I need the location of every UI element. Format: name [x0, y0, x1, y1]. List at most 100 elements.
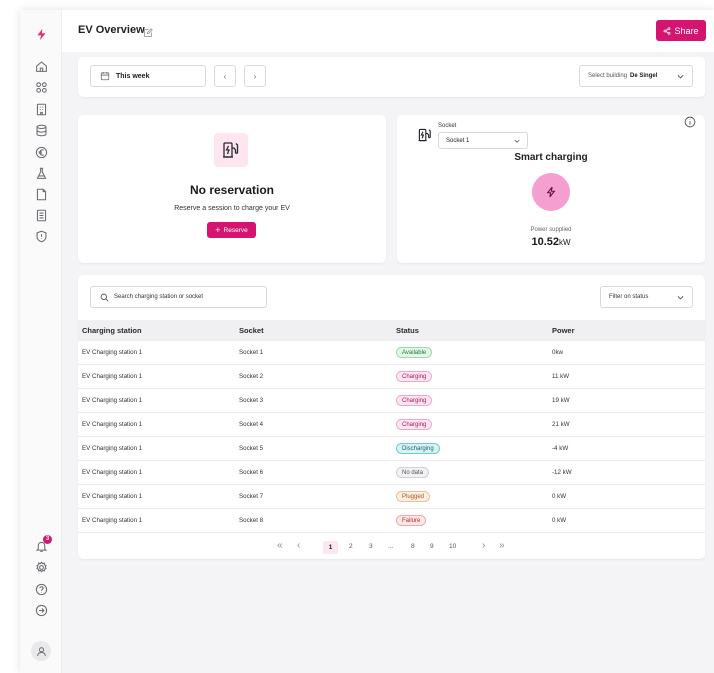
page-title: EV Overview: [78, 24, 145, 36]
pagination: « ‹ 1 2 3 ... 8 9 10 › »: [78, 540, 705, 555]
page-1-button[interactable]: 1: [323, 541, 338, 554]
bell-icon[interactable]: 3: [33, 535, 52, 554]
cell-station: EV Charging station 1: [82, 469, 143, 476]
chevron-left-icon: ‹: [223, 71, 227, 81]
page-2-button[interactable]: 2: [349, 543, 353, 550]
first-page-icon[interactable]: «: [277, 540, 283, 551]
power-supplied-label: Power supplied: [530, 227, 572, 233]
app-window: 3 EV Overview Share This week ‹ › Select…: [20, 10, 714, 673]
chevron-down-icon: [677, 75, 684, 79]
flask-icon[interactable]: [33, 165, 49, 181]
date-range-picker[interactable]: This week: [90, 65, 206, 87]
cell-station: EV Charging station 1: [82, 493, 143, 500]
cell-power: 0 kW: [552, 517, 567, 524]
column-header-station[interactable]: Charging station: [82, 326, 142, 335]
grid-icon[interactable]: [33, 79, 49, 95]
cell-station: EV Charging station 1: [82, 397, 143, 404]
cell-power: 0kw: [552, 349, 564, 356]
page-10-button[interactable]: 10: [449, 543, 456, 550]
charging-mode-title: Smart charging: [514, 152, 588, 163]
status-filter-label: Filter on status: [609, 294, 649, 300]
filter-bar: This week ‹ › Select building De Singel: [78, 57, 705, 97]
page-ellipsis: ...: [388, 543, 394, 550]
status-badge: Available: [396, 347, 433, 358]
table-row[interactable]: EV Charging station 1 Socket 2 Charging 11 …: [78, 365, 705, 389]
reserve-button[interactable]: + Reserve: [207, 222, 256, 238]
cell-station: EV Charging station 1: [82, 373, 143, 380]
logout-icon[interactable]: [33, 602, 49, 618]
prev-period-button[interactable]: ‹: [214, 65, 236, 87]
column-header-socket[interactable]: Socket: [239, 326, 264, 335]
table-row[interactable]: EV Charging station 1 Socket 8 Failure 0 kW: [78, 509, 705, 533]
cell-power: 19 kW: [552, 397, 570, 404]
home-icon[interactable]: [33, 58, 49, 74]
column-header-power[interactable]: Power: [552, 326, 575, 335]
shield-icon[interactable]: [33, 228, 49, 244]
page-header: EV Overview Share: [62, 10, 714, 52]
search-input[interactable]: Search charging station or socket: [90, 286, 267, 308]
socket-select-value: Socket 1: [446, 137, 470, 144]
building-icon[interactable]: [33, 101, 49, 117]
cell-station: EV Charging station 1: [82, 445, 143, 452]
help-icon[interactable]: [33, 581, 49, 597]
table-row[interactable]: EV Charging station 1 Socket 3 Charging 19 …: [78, 389, 705, 413]
edit-icon[interactable]: [143, 25, 153, 37]
status-filter-select[interactable]: Filter on status: [600, 286, 693, 308]
cell-station: EV Charging station 1: [82, 517, 143, 524]
cell-socket: Socket 1: [239, 349, 264, 356]
cell-power: -12 kW: [552, 469, 572, 476]
euro-icon[interactable]: [33, 144, 49, 160]
socket-select[interactable]: Socket 1: [438, 132, 528, 149]
next-page-icon[interactable]: ›: [482, 540, 485, 551]
notification-badge: 3: [43, 535, 52, 544]
cell-socket: Socket 2: [239, 373, 264, 380]
chevron-down-icon: [514, 139, 520, 143]
status-badge: Failure: [396, 515, 427, 526]
building-select-label: Select building: [588, 73, 628, 79]
cell-socket: Socket 4: [239, 421, 264, 428]
page-3-button[interactable]: 3: [369, 543, 373, 550]
share-button[interactable]: Share: [656, 20, 706, 41]
charging-stations-table-card: Search charging station or socket Filter…: [78, 275, 705, 559]
reservation-subtitle: Reserve a session to charge your EV: [174, 205, 290, 212]
table-row[interactable]: EV Charging station 1 Socket 6 No data -12 …: [78, 461, 705, 485]
column-header-status[interactable]: Status: [396, 326, 419, 335]
report-icon[interactable]: [33, 207, 49, 223]
cell-power: 21 kW: [552, 421, 570, 428]
table-row[interactable]: EV Charging station 1 Socket 4 Charging 21 …: [78, 413, 705, 437]
table-header: Charging station Socket Status Power: [78, 320, 705, 341]
status-badge: Charging: [396, 395, 433, 406]
sidebar: 3: [20, 10, 62, 673]
database-icon[interactable]: [33, 122, 49, 138]
lightning-icon: [532, 173, 570, 211]
socket-select-label: Socket: [438, 123, 457, 129]
page-8-button[interactable]: 8: [411, 543, 415, 550]
cell-socket: Socket 5: [239, 445, 264, 452]
logo-bolt-icon[interactable]: [33, 26, 49, 42]
document-icon[interactable]: [33, 186, 49, 202]
status-badge: Charging: [396, 371, 433, 382]
next-period-button[interactable]: ›: [244, 65, 266, 87]
table-row[interactable]: EV Charging station 1 Socket 7 Plugged 0 kW: [78, 485, 705, 509]
share-label: Share: [674, 25, 699, 36]
table-row[interactable]: EV Charging station 1 Socket 1 Available 0k…: [78, 341, 705, 365]
building-select[interactable]: Select building De Singel: [579, 65, 693, 87]
status-badge: Plugged: [396, 491, 431, 502]
power-value: 10.52: [531, 236, 559, 248]
status-badge: No data: [396, 467, 430, 478]
page-9-button[interactable]: 9: [430, 543, 434, 550]
user-avatar-icon[interactable]: [31, 641, 51, 661]
cell-power: -4 kW: [552, 445, 569, 452]
table-row[interactable]: EV Charging station 1 Socket 5 Discharging…: [78, 437, 705, 461]
ev-charger-icon: [417, 127, 433, 143]
ev-charger-icon: [214, 133, 248, 167]
search-placeholder: Search charging station or socket: [114, 294, 204, 300]
info-icon[interactable]: [684, 115, 696, 128]
cell-power: 0 kW: [552, 493, 567, 500]
share-icon: [664, 26, 671, 35]
last-page-icon[interactable]: »: [499, 540, 505, 551]
prev-page-icon[interactable]: ‹: [297, 540, 300, 551]
reserve-label: Reserve: [223, 226, 248, 234]
gear-icon[interactable]: [33, 559, 49, 575]
status-badge: Charging: [396, 419, 433, 430]
